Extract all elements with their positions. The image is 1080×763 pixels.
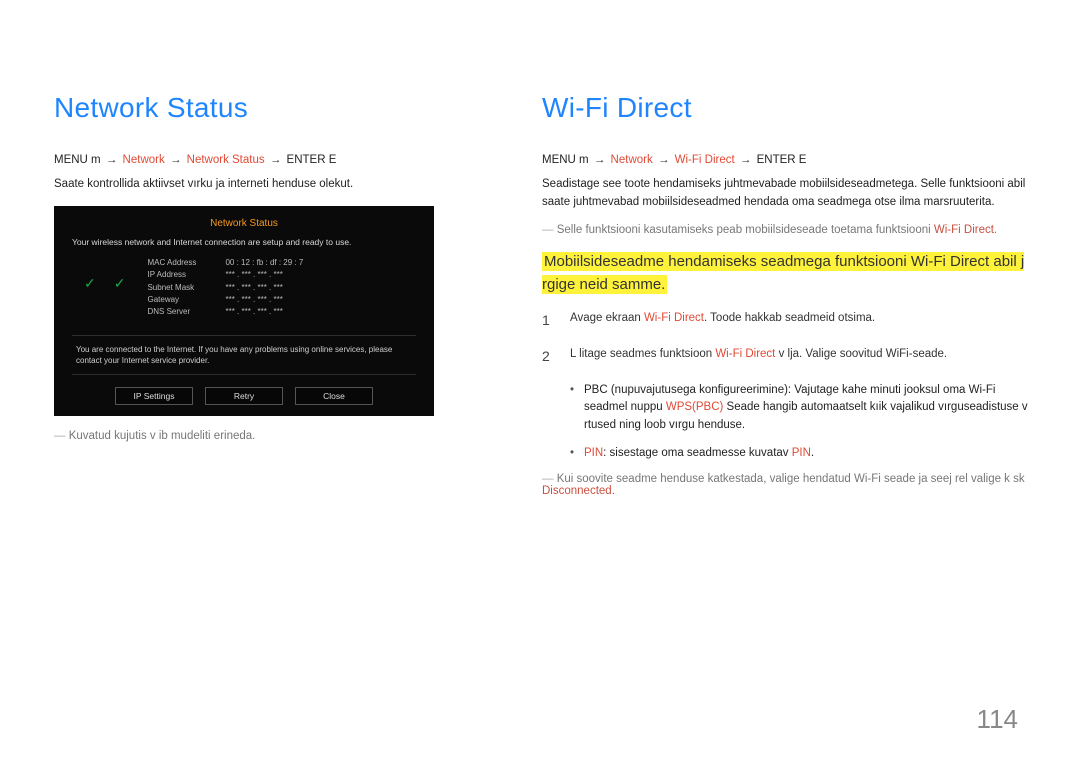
close-button[interactable]: Close	[295, 387, 373, 405]
path-item: Wi-Fi Direct	[675, 154, 735, 166]
device-table: MAC Address00 : 12 : fb : df : 29 : 7 IP…	[147, 257, 303, 319]
right-description: Seadistage see toote hendamiseks juhtmev…	[542, 176, 1030, 212]
arrow-icon: →	[738, 154, 754, 166]
retry-button[interactable]: Retry	[205, 387, 283, 405]
arrow-icon: →	[592, 154, 608, 166]
arrow-icon: →	[168, 154, 184, 166]
path-network: Network	[611, 154, 653, 166]
device-screenshot: Network Status Your wireless network and…	[54, 206, 434, 416]
right-note-1: Selle funktsiooni kasutamiseks peab mobi…	[542, 224, 1030, 236]
device-title: Network Status	[72, 218, 416, 229]
table-row: MAC Address00 : 12 : fb : df : 29 : 7	[147, 257, 303, 269]
path-suffix: ENTER E	[757, 154, 807, 166]
table-row: DNS Server*** . *** . *** . ***	[147, 306, 303, 318]
step-number: 2	[542, 346, 556, 368]
check-icon: ✓	[84, 275, 96, 319]
table-row: IP Address*** . *** . *** . ***	[147, 269, 303, 281]
arrow-icon: →	[104, 154, 120, 166]
sub-bullets: PBC (nupuvajutusega konfigureerimine): V…	[570, 382, 1030, 463]
path-prefix: MENU m	[542, 154, 589, 166]
page-number: 114	[977, 704, 1018, 735]
device-check-icons: ✓ ✓	[72, 257, 125, 319]
ip-settings-button[interactable]: IP Settings	[115, 387, 193, 405]
check-icon: ✓	[114, 275, 126, 319]
device-status-line: Your wireless network and Internet conne…	[72, 237, 416, 247]
list-item: PBC (nupuvajutusega konfigureerimine): V…	[570, 382, 1030, 435]
device-mid: ✓ ✓ MAC Address00 : 12 : fb : df : 29 : …	[72, 257, 416, 319]
list-item: 1 Avage ekraan Wi-Fi Direct. Toode hakka…	[542, 310, 1030, 332]
table-row: Subnet Mask*** . *** . *** . ***	[147, 282, 303, 294]
right-note-2: Kui soovite seadme henduse katkestada, v…	[542, 473, 1030, 497]
arrow-icon: →	[268, 154, 284, 166]
breadcrumb-left: MENU m → Network → Network Status → ENTE…	[54, 154, 494, 166]
left-note: Kuvatud kujutis v ib mudeliti erineda.	[54, 430, 494, 442]
list-item: PIN: sisestage oma seadmesse kuvatav PIN…	[570, 445, 1030, 463]
list-item: 2 L litage seadmes funktsioon Wi-Fi Dire…	[542, 346, 1030, 368]
path-network: Network	[123, 154, 165, 166]
section-network-status: Network Status MENU m → Network → Networ…	[54, 92, 494, 497]
device-buttons: IP Settings Retry Close	[72, 387, 416, 405]
path-item: Network Status	[187, 154, 265, 166]
section-wifi-direct: Wi-Fi Direct MENU m → Network → Wi-Fi Di…	[542, 92, 1030, 497]
steps-list: 1 Avage ekraan Wi-Fi Direct. Toode hakka…	[542, 310, 1030, 367]
step-number: 1	[542, 310, 556, 332]
arrow-icon: →	[656, 154, 672, 166]
path-suffix: ENTER E	[287, 154, 337, 166]
step-text: Avage ekraan Wi-Fi Direct. Toode hakkab …	[570, 310, 875, 332]
device-connected-msg: You are connected to the Internet. If yo…	[72, 335, 416, 375]
step-text: L litage seadmes funktsioon Wi-Fi Direct…	[570, 346, 947, 368]
highlight-text: Mobiilsideseadme hendamiseks seadmega fu…	[542, 252, 1024, 294]
highlighted-instruction: Mobiilsideseadme hendamiseks seadmega fu…	[542, 250, 1030, 297]
heading-network-status: Network Status	[54, 92, 494, 124]
table-row: Gateway*** . *** . *** . ***	[147, 294, 303, 306]
heading-wifi-direct: Wi-Fi Direct	[542, 92, 1030, 124]
path-prefix: MENU m	[54, 154, 101, 166]
breadcrumb-right: MENU m → Network → Wi-Fi Direct → ENTER …	[542, 154, 1030, 166]
left-description: Saate kontrollida aktiivset vırku ja int…	[54, 176, 494, 194]
page-content: Network Status MENU m → Network → Networ…	[0, 0, 1080, 497]
